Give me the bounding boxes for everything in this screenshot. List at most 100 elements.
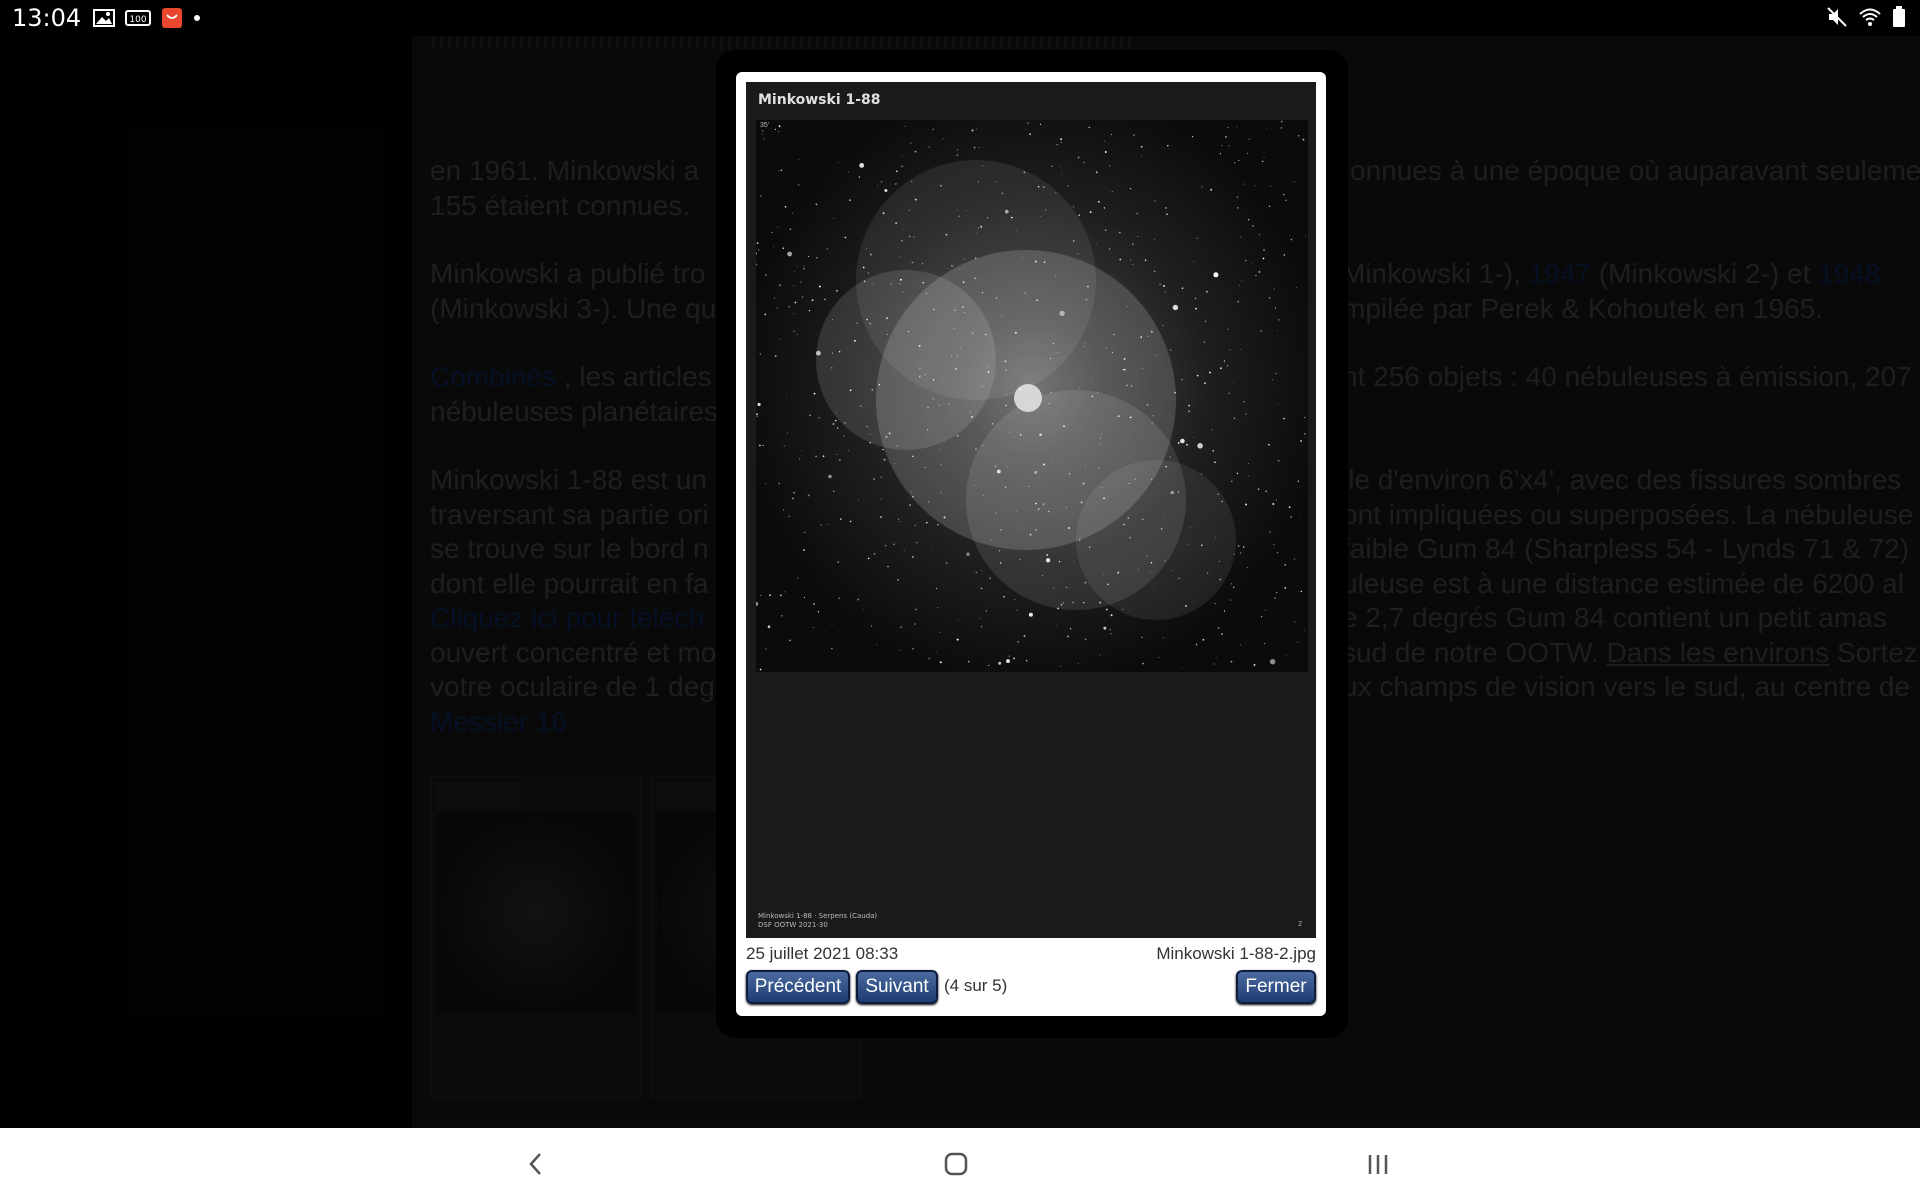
home-icon[interactable] <box>942 1150 970 1183</box>
star <box>964 312 966 313</box>
star <box>794 271 795 273</box>
star <box>836 427 839 430</box>
image-meta: 25 juillet 2021 08:33 Minkowski 1-88-2.j… <box>746 942 1316 966</box>
star <box>990 339 992 341</box>
star <box>788 515 790 517</box>
back-icon[interactable] <box>524 1150 548 1183</box>
star <box>862 266 865 269</box>
star <box>797 334 799 335</box>
star <box>1034 502 1037 505</box>
star <box>1278 319 1280 321</box>
star <box>1015 510 1017 512</box>
star <box>811 299 814 302</box>
star <box>1098 467 1100 469</box>
previous-button[interactable]: Précédent <box>746 970 850 1004</box>
battery-icon <box>1892 6 1906 33</box>
star <box>756 263 758 266</box>
star <box>858 176 861 178</box>
star <box>895 183 897 185</box>
star <box>907 331 909 333</box>
star <box>803 596 805 599</box>
star <box>1028 612 1033 617</box>
star <box>1052 342 1055 345</box>
status-bar: 13:04 100 <box>0 0 1920 36</box>
star <box>982 445 984 447</box>
star <box>1088 126 1090 129</box>
star <box>1137 569 1139 571</box>
star <box>827 524 829 525</box>
star <box>1029 533 1032 536</box>
star <box>1284 586 1287 589</box>
star <box>1237 207 1239 209</box>
star <box>981 165 984 167</box>
star <box>956 434 959 437</box>
star <box>1169 349 1172 351</box>
star <box>1099 438 1101 440</box>
star <box>938 449 940 451</box>
star <box>759 353 761 355</box>
star <box>1180 438 1185 444</box>
star <box>780 614 783 617</box>
star <box>1046 554 1049 556</box>
star <box>1077 662 1079 664</box>
nebula-image[interactable]: 35' <box>756 120 1308 672</box>
star <box>899 283 901 285</box>
star <box>962 306 964 309</box>
star <box>765 483 766 484</box>
star <box>1304 417 1306 418</box>
next-button[interactable]: Suivant <box>856 970 938 1004</box>
star <box>1229 349 1231 351</box>
star <box>1245 413 1247 415</box>
star <box>987 217 989 219</box>
star <box>1260 330 1262 332</box>
recents-icon[interactable] <box>1364 1150 1392 1183</box>
star <box>978 146 980 149</box>
star <box>956 209 958 211</box>
star <box>939 661 942 664</box>
star <box>1097 392 1099 394</box>
star <box>1258 271 1261 273</box>
mute-icon <box>1826 6 1848 33</box>
star <box>1104 151 1107 153</box>
star <box>994 465 997 467</box>
star <box>1283 254 1286 256</box>
star <box>995 181 997 183</box>
star <box>1130 385 1133 387</box>
star <box>1042 186 1045 189</box>
star <box>1181 379 1183 381</box>
star <box>1016 609 1018 611</box>
star <box>813 603 815 605</box>
close-button[interactable]: Fermer <box>1236 970 1316 1004</box>
star <box>1110 614 1113 617</box>
star <box>1245 259 1247 262</box>
star <box>853 339 856 342</box>
star <box>1196 237 1198 240</box>
star <box>1275 591 1278 594</box>
star <box>1025 129 1027 131</box>
star <box>848 199 851 202</box>
star <box>1280 126 1283 129</box>
star <box>824 298 826 301</box>
star <box>771 231 773 234</box>
star <box>1057 144 1059 146</box>
star <box>971 332 974 335</box>
star <box>1165 465 1167 468</box>
star <box>1049 357 1052 360</box>
star <box>760 594 762 597</box>
star <box>904 125 906 127</box>
star <box>1144 259 1147 261</box>
star <box>1237 300 1240 303</box>
star <box>1223 610 1225 612</box>
star <box>779 338 781 340</box>
star <box>1210 188 1213 191</box>
star <box>1232 383 1234 384</box>
star <box>1060 141 1062 143</box>
star <box>764 313 767 316</box>
star <box>1172 304 1179 311</box>
star <box>1284 564 1286 566</box>
star <box>1164 517 1165 519</box>
star <box>940 492 942 494</box>
star <box>807 494 810 497</box>
star <box>1166 213 1168 216</box>
footer-page-number: 2 <box>1298 921 1302 928</box>
